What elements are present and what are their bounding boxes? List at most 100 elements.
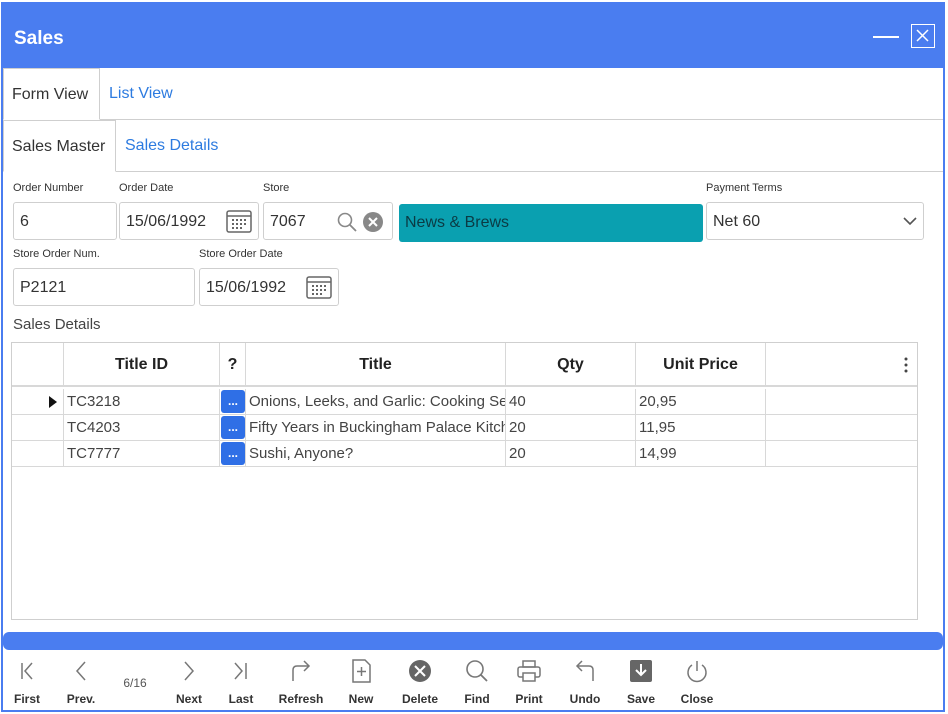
save-button[interactable]: Save — [619, 656, 663, 708]
first-button[interactable]: First — [7, 656, 47, 708]
row-indicator — [12, 441, 64, 467]
save-icon — [630, 660, 652, 682]
cell-title[interactable]: Sushi, Anyone? — [246, 441, 506, 467]
cell-unit-price[interactable]: 11,95 — [636, 415, 766, 441]
store-order-date-value: 15/06/1992 — [206, 279, 287, 296]
column-header-title[interactable]: Title — [246, 343, 506, 387]
delete-icon — [409, 660, 431, 682]
next-button[interactable]: Next — [167, 656, 211, 708]
close-label: Close — [680, 692, 714, 706]
new-button[interactable]: New — [339, 656, 383, 708]
first-label: First — [13, 692, 40, 706]
store-order-date-label: Store Order Date — [199, 248, 283, 260]
clear-icon[interactable] — [362, 211, 384, 233]
row-indicator — [12, 389, 64, 415]
sales-details-label: Sales Details — [13, 316, 101, 333]
payment-terms-value: Net 60 — [713, 213, 761, 230]
find-label: Find — [464, 692, 490, 706]
payment-terms-label: Payment Terms — [706, 182, 783, 194]
new-label: New — [348, 692, 374, 706]
window-title: Sales — [14, 28, 64, 49]
order-date-value: 15/06/1992 — [126, 213, 207, 230]
cell-qty[interactable]: 40 — [506, 389, 636, 415]
order-number-input[interactable]: 6 — [13, 202, 117, 240]
tab-sales-master[interactable]: Sales Master — [3, 120, 116, 172]
calendar-icon[interactable] — [306, 275, 332, 299]
cell-title-id[interactable]: TC7777 — [64, 441, 220, 467]
window-close-button[interactable] — [911, 24, 935, 48]
print-icon — [517, 660, 541, 682]
cell-qty[interactable]: 20 — [506, 415, 636, 441]
column-header-lookup[interactable]: ? — [220, 343, 246, 387]
title-bar: Sales — [3, 4, 943, 68]
new-icon — [352, 659, 371, 683]
title-lookup-button[interactable]: ... — [221, 442, 245, 465]
order-date-input[interactable]: 15/06/1992 — [119, 202, 259, 240]
store-code-value: 7067 — [270, 213, 306, 230]
page-indicator: 6/16 — [123, 676, 147, 690]
current-row-icon — [49, 396, 57, 408]
view-tab-bar: Form View List View — [3, 68, 943, 120]
refresh-icon — [292, 660, 311, 681]
table-row[interactable]: TC4203 ... Fifty Years in Buckingham Pal… — [12, 415, 917, 441]
cell-unit-price[interactable]: 20,95 — [636, 389, 766, 415]
store-name-display: News & Brews — [399, 204, 703, 242]
next-label: Next — [175, 692, 202, 706]
power-icon — [687, 661, 707, 683]
payment-terms-select[interactable]: Net 60 — [706, 202, 924, 240]
column-header-unit-price[interactable]: Unit Price — [636, 343, 766, 387]
chevron-down-icon — [903, 217, 917, 226]
refresh-button[interactable]: Refresh — [275, 656, 327, 708]
column-menu-icon[interactable] — [900, 355, 912, 375]
tab-form-view[interactable]: Form View — [3, 68, 100, 120]
print-button[interactable]: Print — [507, 656, 551, 708]
save-label: Save — [626, 692, 656, 706]
title-lookup-button[interactable]: ... — [221, 390, 245, 413]
delete-button[interactable]: Delete — [395, 656, 445, 708]
calendar-icon[interactable] — [226, 209, 252, 233]
title-lookup-button[interactable]: ... — [221, 416, 245, 439]
last-button[interactable]: Last — [219, 656, 263, 708]
cell-unit-price[interactable]: 14,99 — [636, 441, 766, 467]
section-tab-bar: Sales Master Sales Details — [3, 120, 943, 172]
first-icon — [21, 662, 33, 680]
last-label: Last — [228, 692, 254, 706]
tab-sales-details[interactable]: Sales Details — [117, 120, 226, 172]
tab-list-view[interactable]: List View — [101, 68, 181, 120]
refresh-label: Refresh — [278, 692, 324, 706]
store-label: Store — [263, 182, 290, 194]
store-order-date-input[interactable]: 15/06/1992 — [199, 268, 339, 306]
table-row[interactable]: TC3218 ... Onions, Leeks, and Garlic: Co… — [12, 389, 917, 415]
undo-button[interactable]: Undo — [563, 656, 607, 708]
sales-details-grid: Title ID ? Title Qty Unit Price TC3218 .… — [11, 342, 918, 620]
cell-title[interactable]: Fifty Years in Buckingham Palace Kitchen… — [246, 415, 506, 441]
delete-label: Delete — [401, 692, 439, 706]
table-row[interactable]: TC7777 ... Sushi, Anyone? 20 14,99 — [12, 441, 917, 467]
status-bar — [3, 632, 943, 650]
store-order-num-label: Store Order Num. — [13, 248, 100, 260]
close-button[interactable]: Close — [675, 656, 719, 708]
cell-title-id[interactable]: TC4203 — [64, 415, 220, 441]
order-number-label: Order Number — [13, 182, 84, 194]
prev-icon — [75, 661, 86, 681]
cell-title[interactable]: Onions, Leeks, and Garlic: Cooking Secre… — [246, 389, 506, 415]
find-button[interactable]: Find — [455, 656, 499, 708]
last-icon — [234, 662, 247, 680]
grid-header: Title ID ? Title Qty Unit Price — [12, 343, 917, 387]
store-input[interactable]: 7067 — [263, 202, 393, 240]
column-header-qty[interactable]: Qty — [506, 343, 636, 387]
sales-window: Sales Form View List View Sales Master S… — [1, 2, 945, 712]
cell-qty[interactable]: 20 — [506, 441, 636, 467]
close-x-icon — [916, 29, 929, 42]
search-icon[interactable] — [336, 211, 358, 233]
minimize-button[interactable] — [873, 24, 901, 48]
previous-label: Prev. — [66, 692, 96, 706]
store-order-num-input[interactable]: P2121 — [13, 268, 195, 306]
next-icon — [184, 661, 195, 681]
undo-icon — [575, 660, 594, 681]
cell-title-id[interactable]: TC3218 — [64, 389, 220, 415]
row-indicator — [12, 415, 64, 441]
previous-button[interactable]: Prev. — [59, 656, 103, 708]
find-icon — [466, 660, 488, 682]
column-header-title-id[interactable]: Title ID — [64, 343, 220, 387]
